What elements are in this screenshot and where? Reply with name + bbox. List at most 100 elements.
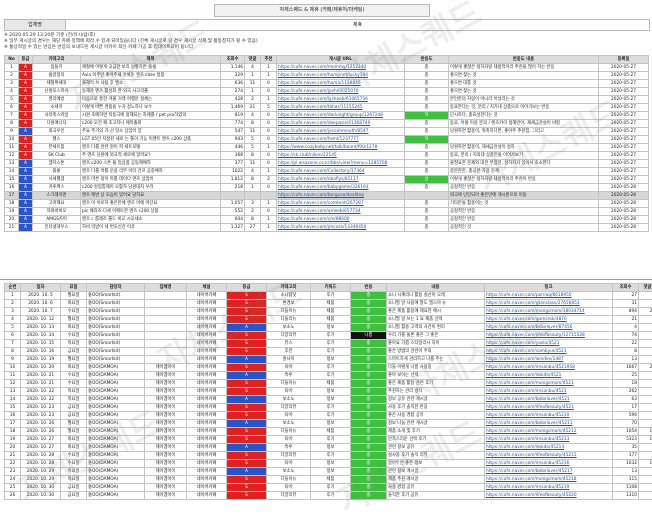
post-link[interactable]: https://cafe.naver.com/bebelover/45211 [485, 420, 613, 428]
table-row: 152020. 10. 23금요일홍OO(DAMOA)제이엠아이네이버카페S다양… [5, 404, 652, 412]
table-row: 8A다원애너자c200 모전 패 초고지나 제작출회77480https://c… [5, 120, 649, 128]
reaction-desc-cell: 외국에 단인되어 좋은만에 게시판으로 이동 [449, 192, 599, 200]
post-link[interactable]: https://cafe.naver.com/lyshoeb/61065756 [277, 96, 405, 104]
grade-badge: S [227, 404, 267, 412]
channel-cell: 네이버카페 [187, 292, 227, 300]
comments-cell: 15 [639, 436, 652, 444]
post-link[interactable]: https://cafe.naver.com/mongsmom/45212 [485, 428, 613, 436]
post-link[interactable]: https://cafe.naver.com/hsml/1237777 [277, 136, 405, 144]
date-cell: 2020. 10. 16 [21, 348, 61, 356]
reaction-desc-cell: 당원하면 활용이, 재세금관설이 정하 [449, 144, 599, 152]
post-link[interactable]: https://cafe.naver.com/bebelover/4521 [485, 396, 613, 404]
comments-cell: 22 [639, 364, 652, 372]
date-cell: 2020-05-27 [599, 104, 649, 112]
post-link[interactable]: https://cafe.naver.com/babygame/326193 [277, 184, 405, 192]
date-cell: 2020. 10. 7 [21, 308, 61, 316]
manager-cell: 홍OO(DAMOA) [87, 388, 145, 396]
post-link[interactable]: https://cafe.naver.com/yasla/4521 [485, 340, 613, 348]
row-number: 5 [5, 324, 21, 332]
post-link[interactable]: https://cafe.naver.com/sambyul/4521 [485, 348, 613, 356]
comments-cell: 2 [639, 324, 652, 332]
post-link[interactable]: https://cafe.naver.com/lifeofbeauty/4522… [485, 492, 613, 500]
recommend-cell: 1 [261, 64, 277, 72]
keyword-cell: 정보 [311, 468, 351, 476]
post-link[interactable]: https://cafe.naver.com/darknight/group/1… [277, 112, 405, 120]
weekday-cell: 화요일 [61, 444, 87, 452]
manager-cell: 홍OO(DAMOA) [87, 412, 145, 420]
post-link[interactable]: https://cafe.naver.com/daepasis/41368749 [277, 120, 405, 128]
notes-block: ※ 2020.05.29 13:20분 기준 (전/유시/삼/후) ※ 일부 게… [4, 33, 644, 51]
manager-cell: 홍OO(DAMOA) [87, 420, 145, 428]
post-link[interactable]: https://cafe.naver.com/imsanbu/45210 [485, 412, 613, 420]
post-link[interactable]: https://cafe.naver.com/mommy/1252340 [277, 64, 405, 72]
post-link[interactable]: https://cafe.naver.com/comtent/267287 [277, 200, 405, 208]
company-cell [145, 300, 187, 308]
comments-cell: 8 [245, 120, 261, 128]
post-link[interactable]: https://cafe.naver.com/gtanclass/2765685… [485, 300, 613, 308]
views-cell: 22 [613, 340, 639, 348]
reaction-cell: 중 [351, 324, 387, 332]
post-link[interactable]: https://cafe.naver.com/jecoimmouth/8547 [277, 128, 405, 136]
post-link[interactable]: https://cafe.naver.com/lifeofbeauty/4521 [485, 404, 613, 412]
reaction-cell: 중 [351, 308, 387, 316]
comments-cell: 14 [639, 460, 652, 468]
post-link[interactable]: https://cafe.naver.com/hama/1118846 [277, 80, 405, 88]
category-cell: 올콜 [33, 168, 81, 176]
manager-cell: 홍OO(Smartkit) [87, 316, 145, 324]
post-link[interactable]: https://cafe.naver.com/dokdo/4521 [485, 372, 613, 380]
post-link[interactable]: https://cafe.naver.com/nbaflys/81117 [277, 176, 405, 184]
weekday-cell: 수요일 [61, 452, 87, 460]
post-link[interactable]: https://cafe.naver.com/dokdo/45214 [485, 444, 613, 452]
reaction-cell: 중 [351, 468, 387, 476]
company-cell: 제이엠아이 [145, 388, 187, 396]
post-link[interactable]: https://cafe.naver.com/Collectory/17364 [277, 168, 405, 176]
channel-cell: 네이버카페 [187, 468, 227, 476]
post-link[interactable]: https://cafe.naver.com/jmcozo/13346450 [277, 224, 405, 232]
grade-badge: A [19, 168, 33, 176]
table-row: 252020. 10. 30금요일홍OO(DAMOA)제이엠아이네이버카페S육아… [5, 484, 652, 492]
row-number: 17 [5, 192, 19, 200]
post-link[interactable]: https://cafe.naver.com/imsanbu/4521 [485, 388, 613, 396]
post-link[interactable]: https://cafe.naver.com/bebelover/87456 [485, 324, 613, 332]
keyword-cell: 후기 [311, 412, 351, 420]
post-link[interactable]: https://sk.club/nikon/22145 [277, 152, 405, 160]
post-link[interactable]: https://cafe.naver.com/cm/88600 [277, 216, 405, 224]
row-number: 15 [5, 404, 21, 412]
post-link[interactable]: https://cafe.naver.com/windev/1487 [485, 356, 613, 364]
post-link[interactable]: https://cafe.naver.com/lifeofbeauty/4521… [485, 452, 613, 460]
company-cell: 제이엠아이 [145, 412, 187, 420]
post-link[interactable]: https://cafe.naver.com/ameeb/657734 [277, 208, 405, 216]
reaction-cell: 중 [351, 428, 387, 436]
post-link[interactable]: https://cafe.naver.com/gomsrok/4870 [485, 316, 613, 324]
table-row: 15A사세펠겜엔즈 마른 정이 마를 테이다 엔즈 상업이1,81282http… [5, 176, 649, 184]
post-link[interactable]: https://cafe.naver.com/tahar/11155245 [277, 104, 405, 112]
post-link[interactable]: https://cafe.naver.com/imsanbu/4521958 [485, 364, 613, 372]
post-link[interactable]: https://cafe.naver.com/lifeofbeauty/1271… [485, 332, 613, 340]
post-link[interactable]: https://cafe.naver.com/bebelover/45217 [485, 468, 613, 476]
post-link[interactable]: https://cafe.naver.com/imsanbu/45216 [485, 460, 613, 468]
keyword-cell: 제품 [311, 380, 351, 388]
content-cell: 제품 소개 및 후기 [387, 428, 485, 436]
date-cell: 2020-05-28 [599, 184, 649, 192]
post-link[interactable]: https://cafe.naver.com/mongsmom/18034714 [485, 308, 613, 316]
post-link[interactable]: https://cafe.naver.com/berguse/dealltep [277, 192, 405, 200]
manager-cell: 홍OO(DAMOA) [87, 492, 145, 500]
post-link[interactable]: https://pl.aisazone.co.kr/bbs/view?menu=… [277, 160, 405, 168]
reaction-cell: 중 [351, 452, 387, 460]
post-link[interactable]: https://cafe.naver.com/jpshl/0025070 [277, 88, 405, 96]
recommend-cell: 1 [261, 96, 277, 104]
post-link[interactable]: https://cafe.naver.com/imsanbu/45219 [485, 484, 613, 492]
weekday-cell: 화요일 [61, 436, 87, 444]
reaction-cell: 나쁨 [351, 332, 387, 340]
post-link[interactable]: https://www.cozybaby.net/talk/board/f00/… [277, 144, 405, 152]
content-cell: 좋은 제품 활용에 제요한 예시 [387, 308, 485, 316]
post-link[interactable]: https://cafe.naver.com/mongsmom/4521 [485, 380, 613, 388]
post-link[interactable]: https://cafe.naver.com/parnaq/8618955 [485, 292, 613, 300]
date-cell: 2020. 10. 29 [21, 468, 61, 476]
comments-cell: 2 [639, 452, 652, 460]
post-link[interactable]: https://cafe.naver.com/hampnet/lucky194 [277, 72, 405, 80]
post-link[interactable]: https://cafe.naver.com/mongsmom/45218 [485, 476, 613, 484]
manager-cell: 홍OO(Smartkit) [87, 292, 145, 300]
comments-cell: 4 [639, 388, 652, 396]
post-link[interactable]: https://cafe.naver.com/imsanbu/45213 [485, 436, 613, 444]
